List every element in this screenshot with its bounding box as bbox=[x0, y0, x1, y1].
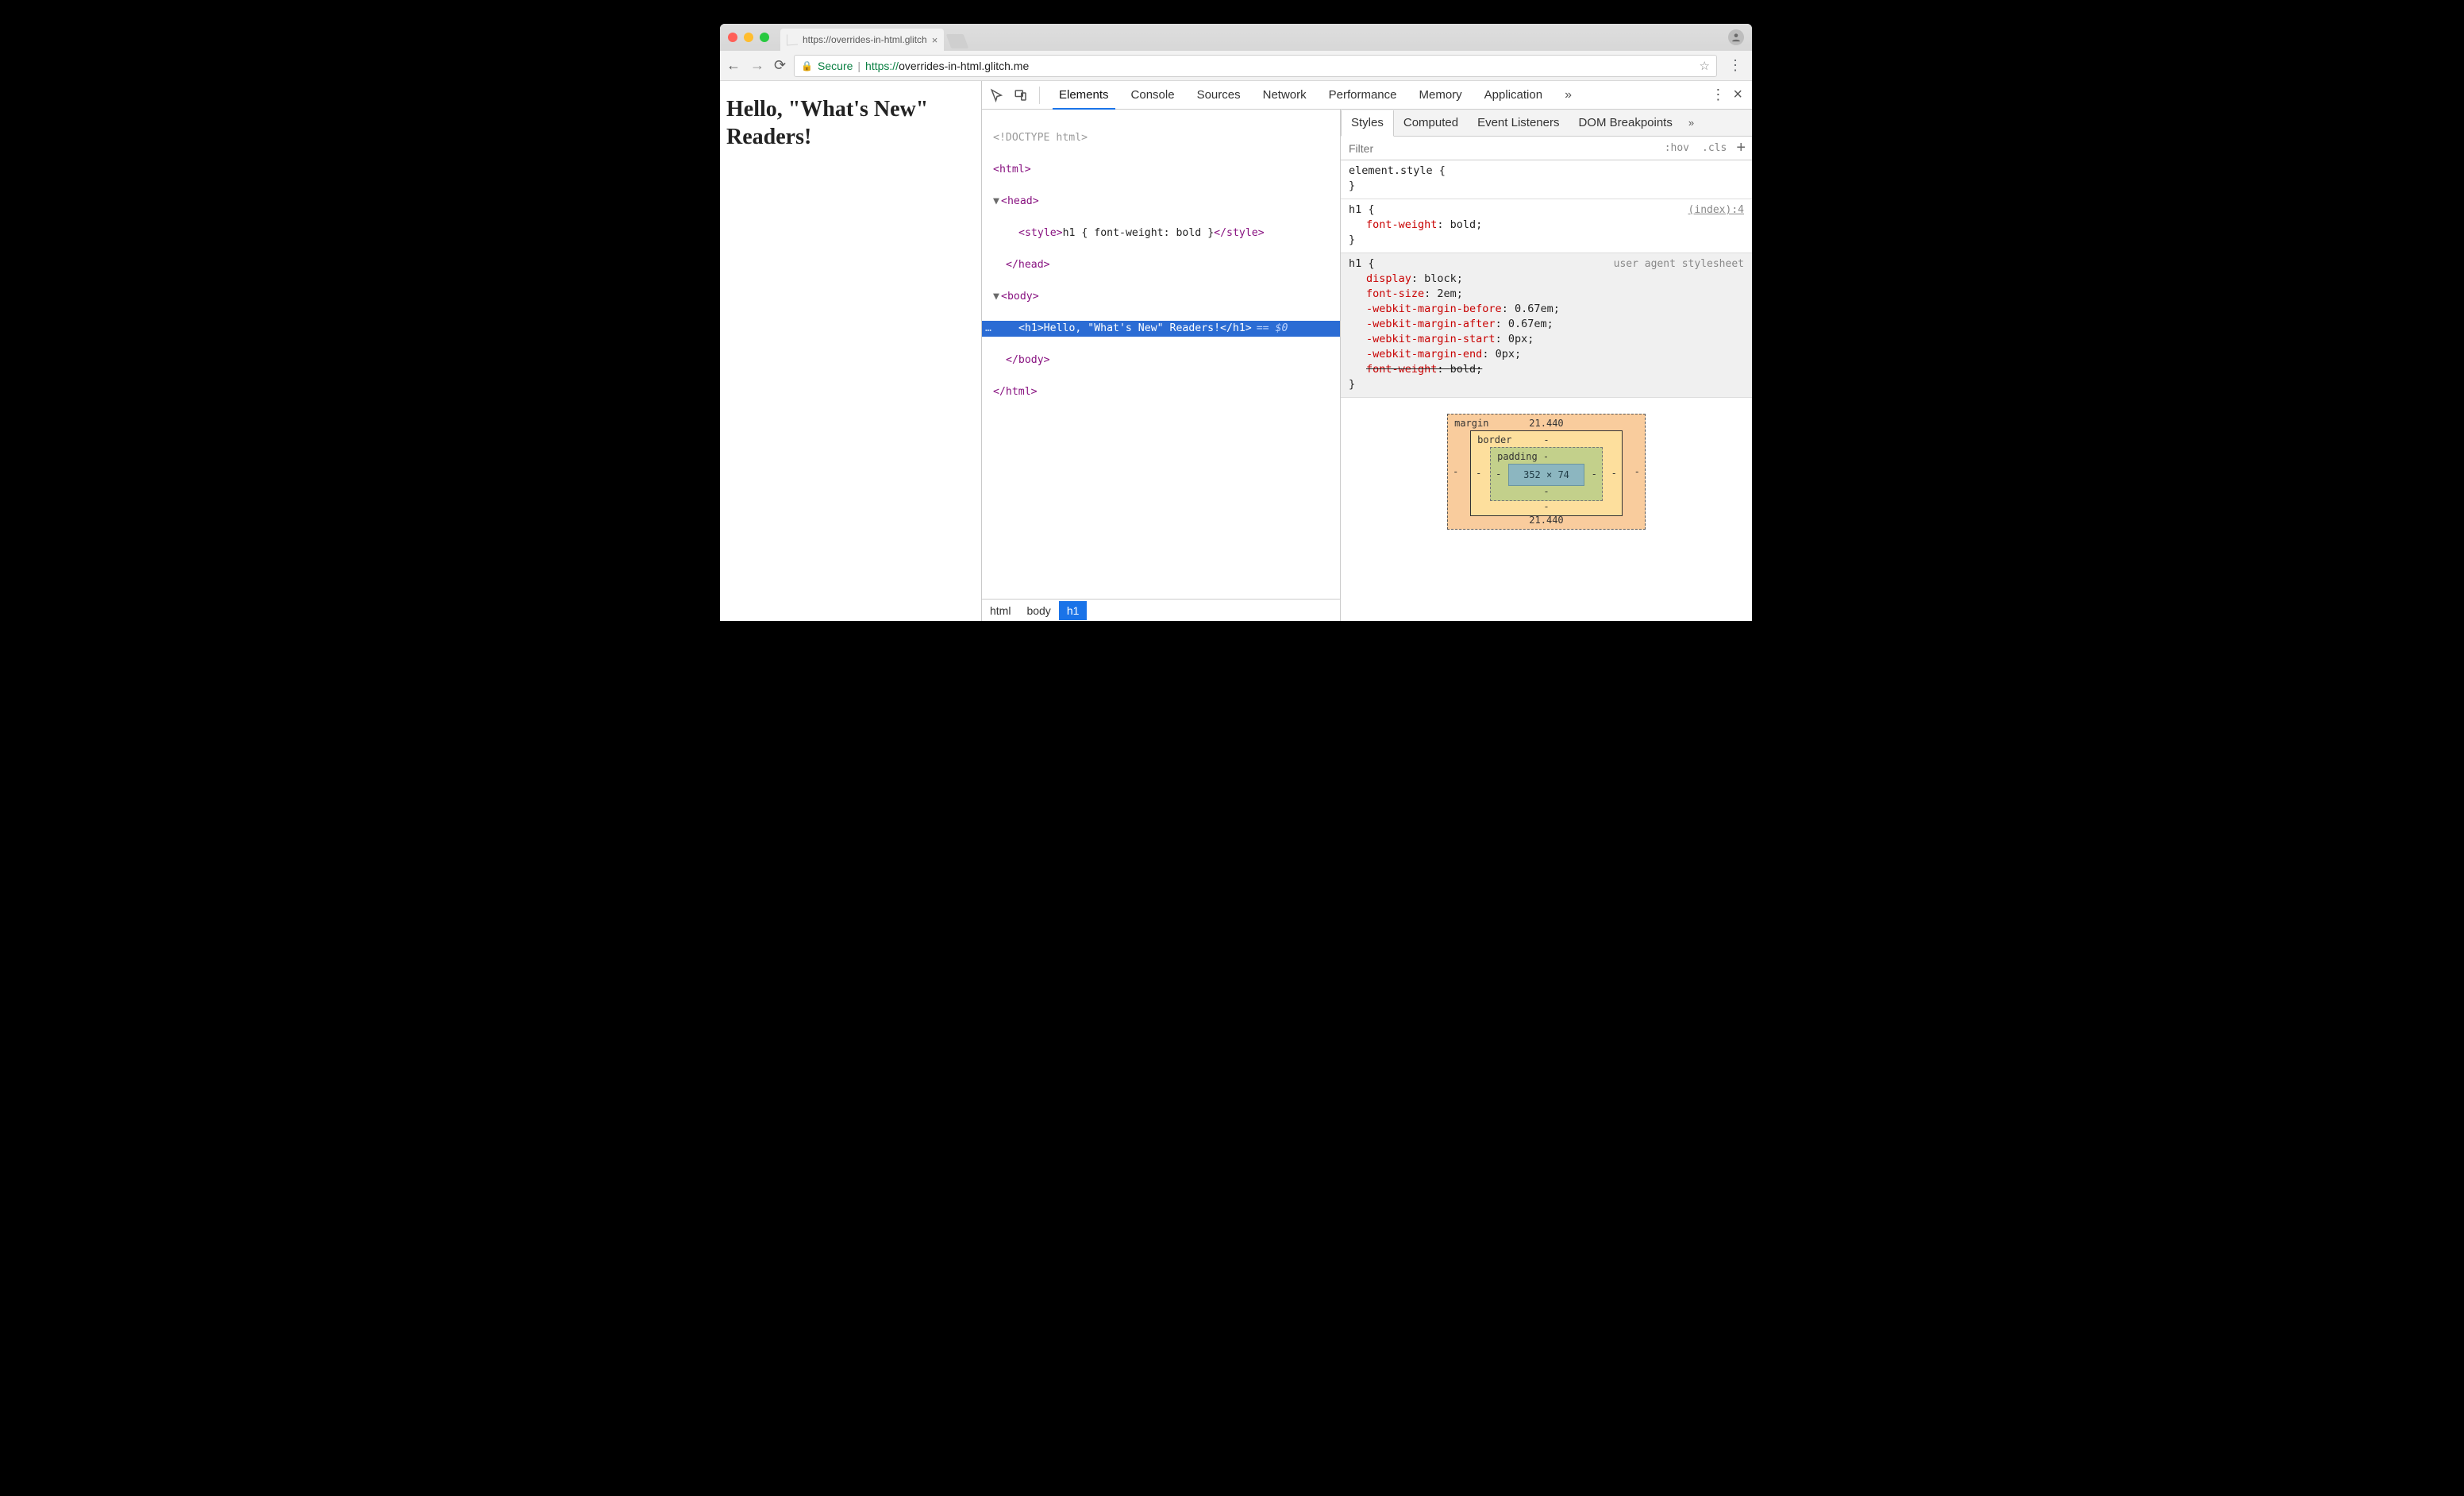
css-declaration[interactable]: font-weight: bold; bbox=[1349, 362, 1744, 377]
css-declaration[interactable]: -webkit-margin-before: 0.67em; bbox=[1349, 302, 1744, 317]
dom-node[interactable]: </head> bbox=[982, 257, 1340, 273]
style-rules: element.style { } (index):4 h1 { font-we… bbox=[1341, 160, 1752, 398]
window-controls bbox=[728, 33, 769, 42]
styles-panel: StylesComputedEvent ListenersDOM Breakpo… bbox=[1341, 110, 1752, 621]
browser-tab[interactable]: https://overrides-in-html.glitch × bbox=[780, 29, 944, 51]
dom-node[interactable]: ▼<head> bbox=[982, 194, 1340, 210]
styles-filter-input[interactable] bbox=[1347, 141, 1655, 156]
devtools-close-button[interactable]: × bbox=[1733, 86, 1742, 104]
box-model-border[interactable]: border - - - padding - - - 352 bbox=[1470, 430, 1623, 516]
dom-node[interactable]: </body> bbox=[982, 353, 1340, 368]
dom-tree[interactable]: <!DOCTYPE html> <html> ▼<head> <style>h1… bbox=[982, 110, 1340, 599]
devtools-toolbar: ElementsConsoleSourcesNetworkPerformance… bbox=[982, 81, 1752, 110]
box-model-margin[interactable]: margin 21.440 - - border - - - bbox=[1447, 414, 1646, 530]
style-rule-user-agent[interactable]: user agent stylesheet h1 { display: bloc… bbox=[1341, 253, 1752, 398]
address-bar[interactable]: 🔒 Secure | https://overrides-in-html.gli… bbox=[794, 55, 1717, 77]
dom-node-selected[interactable]: …<h1>Hello, "What's New" Readers!</h1>==… bbox=[982, 321, 1340, 337]
dom-node[interactable]: <style>h1 { font-weight: bold }</style> bbox=[982, 226, 1340, 241]
box-model-diagram: margin 21.440 - - border - - - bbox=[1341, 398, 1752, 538]
devtools-menu-button[interactable]: ⋮ bbox=[1711, 87, 1725, 103]
inspect-element-icon[interactable] bbox=[987, 85, 1007, 106]
css-declaration[interactable]: font-weight: bold; bbox=[1349, 218, 1744, 233]
css-declaration[interactable]: -webkit-margin-after: 0.67em; bbox=[1349, 317, 1744, 332]
browser-window: https://overrides-in-html.glitch × ← → ⟳… bbox=[720, 24, 1752, 621]
styles-tab-dom-breakpoints[interactable]: DOM Breakpoints bbox=[1569, 110, 1681, 136]
devtools-tab-performance[interactable]: Performance bbox=[1318, 81, 1408, 109]
box-model-padding[interactable]: padding - - - 352 × 74 - bbox=[1490, 447, 1603, 501]
new-style-rule-button[interactable]: + bbox=[1736, 139, 1746, 157]
dom-node[interactable]: ▼<body> bbox=[982, 289, 1340, 305]
browser-menu-button[interactable]: ⋮ bbox=[1725, 57, 1746, 74]
box-model-content[interactable]: 352 × 74 bbox=[1508, 464, 1584, 486]
dom-breadcrumbs: htmlbodyh1 bbox=[982, 599, 1340, 621]
css-declaration[interactable]: -webkit-margin-start: 0px; bbox=[1349, 332, 1744, 347]
styles-filter-bar: :hov .cls + bbox=[1341, 137, 1752, 160]
style-rule-author[interactable]: (index):4 h1 { font-weight: bold;} bbox=[1341, 199, 1752, 253]
devtools-tab-application[interactable]: Application bbox=[1473, 81, 1553, 109]
devtools-tab-console[interactable]: Console bbox=[1120, 81, 1186, 109]
hov-toggle[interactable]: :hov bbox=[1661, 142, 1692, 154]
url-text: https://overrides-in-html.glitch.me bbox=[865, 60, 1029, 72]
styles-tab-styles[interactable]: Styles bbox=[1341, 110, 1394, 137]
tab-title: https://overrides-in-html.glitch bbox=[803, 34, 927, 45]
zoom-window-button[interactable] bbox=[760, 33, 769, 42]
devtools-tab-sources[interactable]: Sources bbox=[1186, 81, 1252, 109]
styles-tabs: StylesComputedEvent ListenersDOM Breakpo… bbox=[1341, 110, 1752, 137]
style-source-link[interactable]: (index):4 bbox=[1688, 202, 1744, 218]
breadcrumb-h1[interactable]: h1 bbox=[1059, 601, 1088, 620]
reload-button[interactable]: ⟳ bbox=[774, 57, 786, 74]
devtools-tab-network[interactable]: Network bbox=[1252, 81, 1318, 109]
close-window-button[interactable] bbox=[728, 33, 737, 42]
forward-button[interactable]: → bbox=[750, 57, 764, 74]
styles-more-tabs-icon[interactable]: » bbox=[1682, 117, 1700, 129]
new-tab-button[interactable] bbox=[946, 34, 969, 48]
expand-ellipsis-icon[interactable]: … bbox=[982, 321, 995, 337]
css-declaration[interactable]: font-size: 2em; bbox=[1349, 287, 1744, 302]
breadcrumb-html[interactable]: html bbox=[982, 601, 1018, 620]
profile-avatar-icon[interactable] bbox=[1728, 29, 1744, 45]
devtools-more-tabs-icon[interactable]: » bbox=[1560, 88, 1577, 102]
devtools-panel: ElementsConsoleSourcesNetworkPerformance… bbox=[982, 81, 1752, 621]
css-declaration[interactable]: -webkit-margin-end: 0px; bbox=[1349, 347, 1744, 362]
secure-label: Secure bbox=[818, 60, 853, 72]
dom-doctype[interactable]: <!DOCTYPE html> bbox=[982, 130, 1340, 146]
styles-tab-computed[interactable]: Computed bbox=[1394, 110, 1468, 136]
style-rule-element[interactable]: element.style { } bbox=[1341, 160, 1752, 199]
styles-tab-event-listeners[interactable]: Event Listeners bbox=[1468, 110, 1569, 136]
style-source-label: user agent stylesheet bbox=[1614, 256, 1744, 272]
breadcrumb-body[interactable]: body bbox=[1018, 601, 1058, 620]
cls-toggle[interactable]: .cls bbox=[1699, 142, 1730, 154]
devtools-tab-memory[interactable]: Memory bbox=[1408, 81, 1473, 109]
rendered-page: Hello, "What's New" Readers! bbox=[720, 81, 982, 621]
page-favicon-icon bbox=[787, 34, 798, 46]
tab-close-button[interactable]: × bbox=[932, 34, 938, 46]
minimize-window-button[interactable] bbox=[744, 33, 753, 42]
window-titlebar: https://overrides-in-html.glitch × bbox=[720, 24, 1752, 51]
device-toolbar-icon[interactable] bbox=[1011, 85, 1031, 106]
elements-panel: <!DOCTYPE html> <html> ▼<head> <style>h1… bbox=[982, 110, 1341, 621]
dom-node[interactable]: </html> bbox=[982, 384, 1340, 400]
dom-node[interactable]: <html> bbox=[982, 162, 1340, 178]
devtools-tab-elements[interactable]: Elements bbox=[1048, 81, 1120, 109]
lock-icon: 🔒 bbox=[801, 60, 813, 71]
browser-toolbar: ← → ⟳ 🔒 Secure | https://overrides-in-ht… bbox=[720, 51, 1752, 81]
page-heading: Hello, "What's New" Readers! bbox=[726, 95, 975, 151]
bookmark-star-icon[interactable]: ☆ bbox=[1700, 59, 1710, 73]
css-declaration[interactable]: display: block; bbox=[1349, 272, 1744, 287]
back-button[interactable]: ← bbox=[726, 57, 741, 74]
